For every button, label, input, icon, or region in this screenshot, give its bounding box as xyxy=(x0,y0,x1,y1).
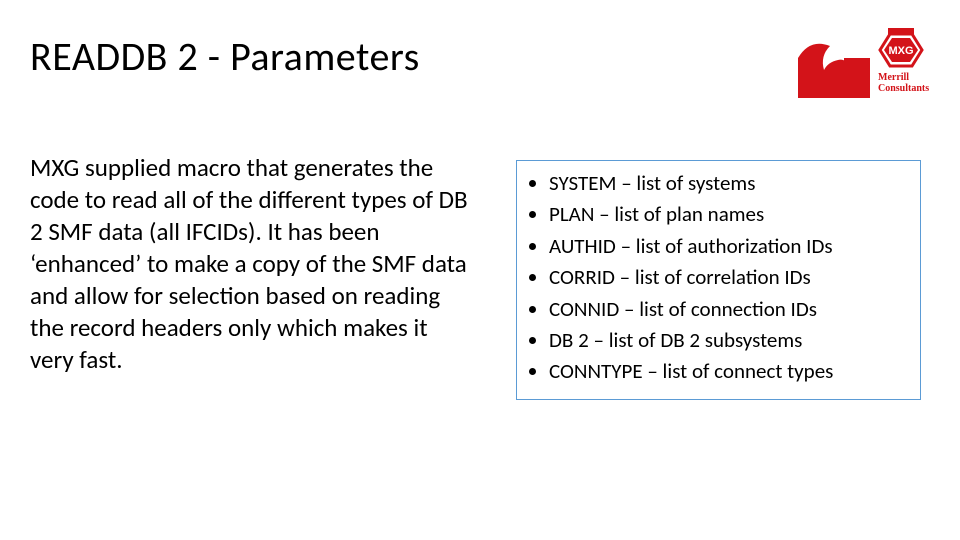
list-item: CORRID – list of correlation IDs xyxy=(549,263,910,292)
logo: MXG Merrill Consultants xyxy=(790,28,930,108)
logo-badge-text: MXG xyxy=(888,45,913,57)
parameter-list: SYSTEM – list of systems PLAN – list of … xyxy=(527,169,910,387)
list-item: AUTHID – list of authorization IDs xyxy=(549,232,910,261)
merrill-logo-icon: MXG Merrill Consultants xyxy=(790,28,930,108)
parameter-box: SYSTEM – list of systems PLAN – list of … xyxy=(516,160,921,400)
slide: READDB 2 - Parameters MXG Merrill Consul… xyxy=(0,0,960,540)
page-title: READDB 2 - Parameters xyxy=(30,32,420,81)
body-paragraph: MXG supplied macro that generates the co… xyxy=(30,152,470,376)
list-item: DB 2 – list of DB 2 subsystems xyxy=(549,326,910,355)
list-item: SYSTEM – list of systems xyxy=(549,169,910,198)
list-item: CONNID – list of connection IDs xyxy=(549,295,910,324)
logo-line1: Merrill xyxy=(878,72,909,83)
list-item: PLAN – list of plan names xyxy=(549,200,910,229)
list-item: CONNTYPE – list of connect types xyxy=(549,357,910,386)
logo-line2: Consultants xyxy=(878,83,929,94)
